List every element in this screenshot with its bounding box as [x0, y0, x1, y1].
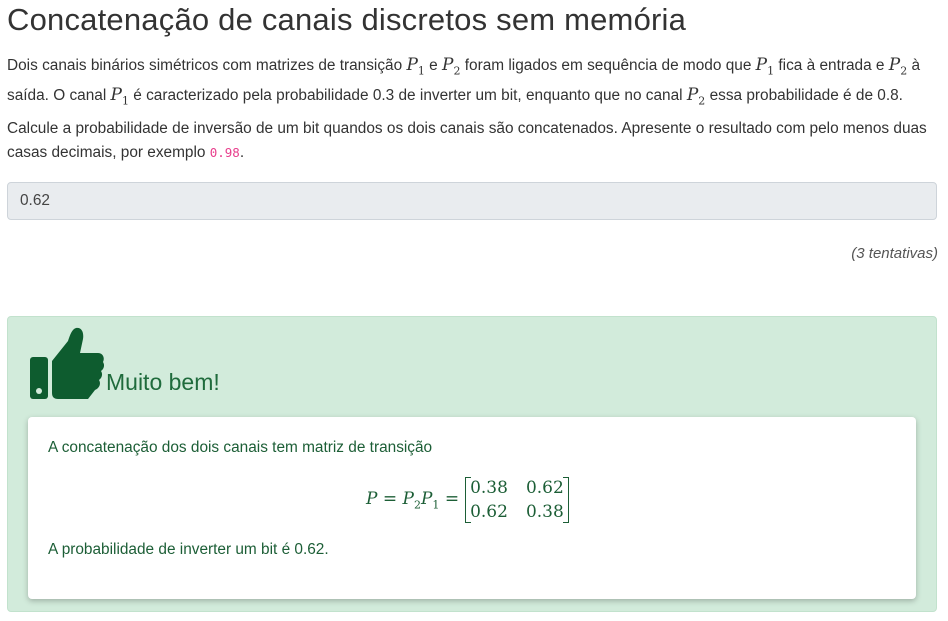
attempts-count: (3 tentativas) — [851, 245, 938, 262]
example-code: 0.98 — [209, 145, 240, 160]
answer-value: 0.62 — [20, 192, 50, 209]
math-p1: P1 — [755, 55, 775, 78]
transition-matrix: 0.38 0.62 0.62 0.38 — [465, 477, 569, 523]
matrix-cell: 0.62 — [470, 502, 508, 522]
intro-text: essa probabilidade é de 0.8. — [705, 87, 903, 105]
intro-text: e — [424, 57, 443, 74]
question-intro: Dois canais binários simétricos com matr… — [7, 53, 941, 114]
thumbs-up-icon — [30, 327, 104, 399]
matrix-cell: 0.38 — [525, 502, 564, 522]
instruction-text: Calcule a probabilidade de inversão de u… — [7, 120, 927, 161]
feedback-card: A concatenação dos dois canais tem matri… — [28, 417, 916, 599]
feedback-title: Muito bem! — [106, 369, 220, 395]
intro-text: Dois canais binários simétricos com matr… — [7, 57, 407, 74]
intro-text: foram ligados em sequência de modo que — [460, 57, 756, 74]
math-p2: P2 — [888, 55, 908, 78]
feedback-panel: Muito bem! A concatenação dos dois canai… — [7, 316, 937, 612]
math-p2: P2 — [442, 55, 461, 78]
feedback-line-2: A probabilidade de inverter um bit é 0.6… — [48, 541, 329, 558]
math-p1: P1 — [406, 55, 425, 78]
matrix-cell: 0.62 — [525, 478, 564, 498]
math-p2: P2 — [686, 85, 706, 108]
intro-text: fica à entrada e — [774, 57, 889, 74]
feedback-line-1: A concatenação dos dois canais tem matri… — [48, 439, 433, 456]
matrix-cell: 0.38 — [470, 478, 508, 498]
math-p1: P1 — [110, 85, 129, 108]
answer-input[interactable]: 0.62 — [7, 182, 937, 220]
page-title: Concatenação de canais discretos sem mem… — [7, 2, 687, 37]
question-instruction: Calcule a probabilidade de inversão de u… — [7, 120, 927, 161]
intro-text: é caracterizado pela probabilidade 0.3 d… — [128, 87, 687, 105]
transition-equation: P = P2P1 = 0.38 0.62 0.62 0.38 — [366, 475, 569, 525]
